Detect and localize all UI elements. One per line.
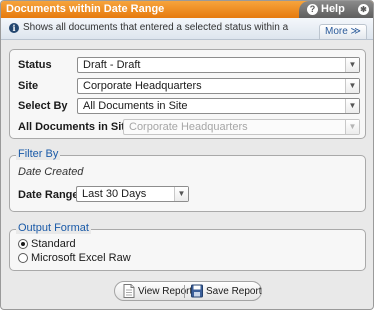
dialog-title: Documents within Date Range [6, 3, 165, 15]
chevron-down-icon: ▼ [345, 79, 359, 93]
status-label: Status [18, 59, 52, 71]
output-format-legend: Output Format [16, 222, 91, 234]
all-documents-value: Corporate Headquarters [129, 121, 248, 133]
site-select[interactable]: Corporate Headquarters ▼ [77, 78, 360, 94]
site-label: Site [18, 80, 39, 92]
document-icon [123, 284, 135, 298]
help-link[interactable]: Help [321, 3, 345, 15]
report-dialog: Documents within Date Range ? Help ✱ i S… [0, 0, 374, 310]
chevron-down-icon: ▼ [345, 120, 359, 134]
excel-raw-radio-label: Microsoft Excel Raw [31, 252, 131, 264]
date-range-select[interactable]: Last 30 Days ▼ [76, 186, 189, 202]
gear-icon[interactable]: ✱ [358, 4, 369, 15]
description-bar: i Shows all documents that entered a sel… [1, 18, 373, 40]
question-icon[interactable]: ? [307, 4, 318, 15]
floppy-disk-icon [191, 284, 203, 298]
filter-by-group: Filter By Date Created Date Range Last 3… [9, 148, 366, 212]
title-bar: Documents within Date Range ? Help ✱ [1, 1, 373, 18]
date-range-value: Last 30 Days [82, 188, 147, 200]
excel-raw-radio[interactable] [18, 253, 28, 263]
select-by-label: Select By [18, 100, 68, 112]
status-select-value: Draft - Draft [83, 59, 141, 71]
chevron-down-icon: ▼ [345, 58, 359, 72]
action-divider [184, 285, 185, 298]
standard-radio[interactable] [18, 239, 28, 249]
save-report-button[interactable]: Save Report [191, 284, 262, 299]
view-report-button[interactable]: View Report [123, 284, 192, 299]
chevron-down-icon: ▼ [174, 187, 188, 201]
filter-by-legend: Filter By [16, 148, 61, 160]
date-range-label: Date Range [18, 189, 79, 201]
chevron-down-icon: ▼ [345, 99, 359, 113]
criteria-group: Status Draft - Draft ▼ Site Corporate He… [9, 49, 366, 139]
help-tab: ? Help ✱ [299, 1, 373, 18]
standard-radio-label: Standard [31, 238, 76, 250]
save-report-label: Save Report [206, 286, 262, 297]
site-select-value: Corporate Headquarters [83, 80, 202, 92]
select-by-select[interactable]: All Documents in Site ▼ [77, 98, 360, 114]
report-actions: View Report Save Report [114, 281, 262, 301]
output-format-group: Output Format Standard Microsoft Excel R… [9, 222, 366, 271]
select-by-value: All Documents in Site [83, 100, 188, 112]
status-select[interactable]: Draft - Draft ▼ [77, 57, 360, 73]
filter-field-name: Date Created [18, 166, 84, 178]
all-documents-label: All Documents in Site [18, 121, 132, 133]
info-icon: i [9, 23, 19, 33]
description-text: Shows all documents that entered a selec… [23, 22, 289, 33]
more-button[interactable]: More ≫ [319, 24, 367, 39]
all-documents-select: Corporate Headquarters ▼ [123, 119, 360, 135]
